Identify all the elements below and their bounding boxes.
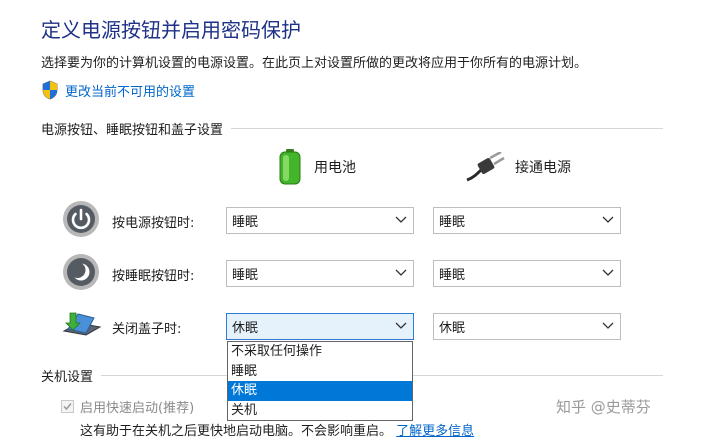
chevron-down-icon <box>602 269 614 276</box>
section-divider <box>231 127 663 129</box>
lid-close-label: 关闭盖子时: <box>112 322 182 337</box>
fast-startup-checkbox[interactable] <box>61 400 74 413</box>
power-button-label: 按电源按钮时: <box>112 216 195 231</box>
learn-more-link[interactable]: 了解更多信息 <box>396 424 474 439</box>
sleep-button-plugged-in-dropdown[interactable]: 睡眠 <box>433 260 621 287</box>
dropdown-value: 休眠 <box>232 321 259 336</box>
chevron-down-icon <box>602 216 614 223</box>
battery-icon <box>279 149 301 185</box>
sleep-button-battery-dropdown[interactable]: 睡眠 <box>226 260 414 287</box>
fast-startup-label: 启用快速启动(推荐) <box>80 401 195 416</box>
page-description: 选择要为你的计算机设置的电源设置。在此页上对设置所做的更改将应用于你所有的电源计… <box>41 56 588 71</box>
power-button-battery-dropdown[interactable]: 睡眠 <box>226 207 414 234</box>
dropdown-option[interactable]: 不采取任何操作 <box>228 342 412 362</box>
dropdown-value: 休眠 <box>439 321 466 336</box>
sleep-button-icon <box>63 254 99 290</box>
help-text: 这有助于在关机之后更快地启动电脑。不会影响重启。 <box>80 424 393 439</box>
column-label-battery: 用电池 <box>314 160 356 176</box>
chevron-down-icon <box>395 269 407 276</box>
watermark: 知乎 @史蒂芬 <box>556 398 651 416</box>
change-unavailable-settings[interactable]: 更改当前不可用的设置 <box>41 80 195 100</box>
buttons-section-header: 电源按钮、睡眠按钮和盖子设置 <box>41 118 663 138</box>
dropdown-option[interactable]: 关机 <box>228 401 412 421</box>
power-button-plugged-in-dropdown[interactable]: 睡眠 <box>433 207 621 234</box>
chevron-down-icon <box>395 322 407 329</box>
lid-close-battery-dropdown[interactable]: 休眠 <box>226 313 414 340</box>
page-title: 定义电源按钮并启用密码保护 <box>41 18 301 42</box>
power-plug-icon <box>466 152 505 182</box>
chevron-down-icon <box>602 322 614 329</box>
sleep-button-label: 按睡眠按钮时: <box>112 269 195 284</box>
section-title: 电源按钮、睡眠按钮和盖子设置 <box>41 122 224 138</box>
fast-startup-help: 这有助于在关机之后更快地启动电脑。不会影响重启。 了解更多信息 <box>80 420 474 439</box>
fast-startup-option[interactable]: 启用快速启动(推荐) <box>61 397 194 416</box>
section-title: 关机设置 <box>41 369 94 385</box>
dropdown-value: 睡眠 <box>232 215 259 230</box>
dropdown-value: 睡眠 <box>439 268 466 283</box>
dropdown-option[interactable]: 睡眠 <box>228 362 412 382</box>
dropdown-option-selected[interactable]: 休眠 <box>228 381 412 401</box>
laptop-lid-icon <box>62 312 102 336</box>
dropdown-value: 睡眠 <box>232 268 259 283</box>
chevron-down-icon <box>395 216 407 223</box>
column-header-battery: 用电池 <box>276 148 356 186</box>
change-settings-link[interactable]: 更改当前不可用的设置 <box>65 81 195 100</box>
power-button-icon <box>63 201 99 237</box>
column-header-plugged-in: 接通电源 <box>465 152 571 182</box>
uac-shield-icon <box>42 80 58 100</box>
column-label-plugged-in: 接通电源 <box>515 160 571 176</box>
lid-close-plugged-in-dropdown[interactable]: 休眠 <box>433 313 621 340</box>
dropdown-value: 睡眠 <box>439 215 466 230</box>
checkmark-icon <box>63 403 72 411</box>
dropdown-options-list[interactable]: 不采取任何操作 睡眠 休眠 关机 <box>227 341 413 421</box>
